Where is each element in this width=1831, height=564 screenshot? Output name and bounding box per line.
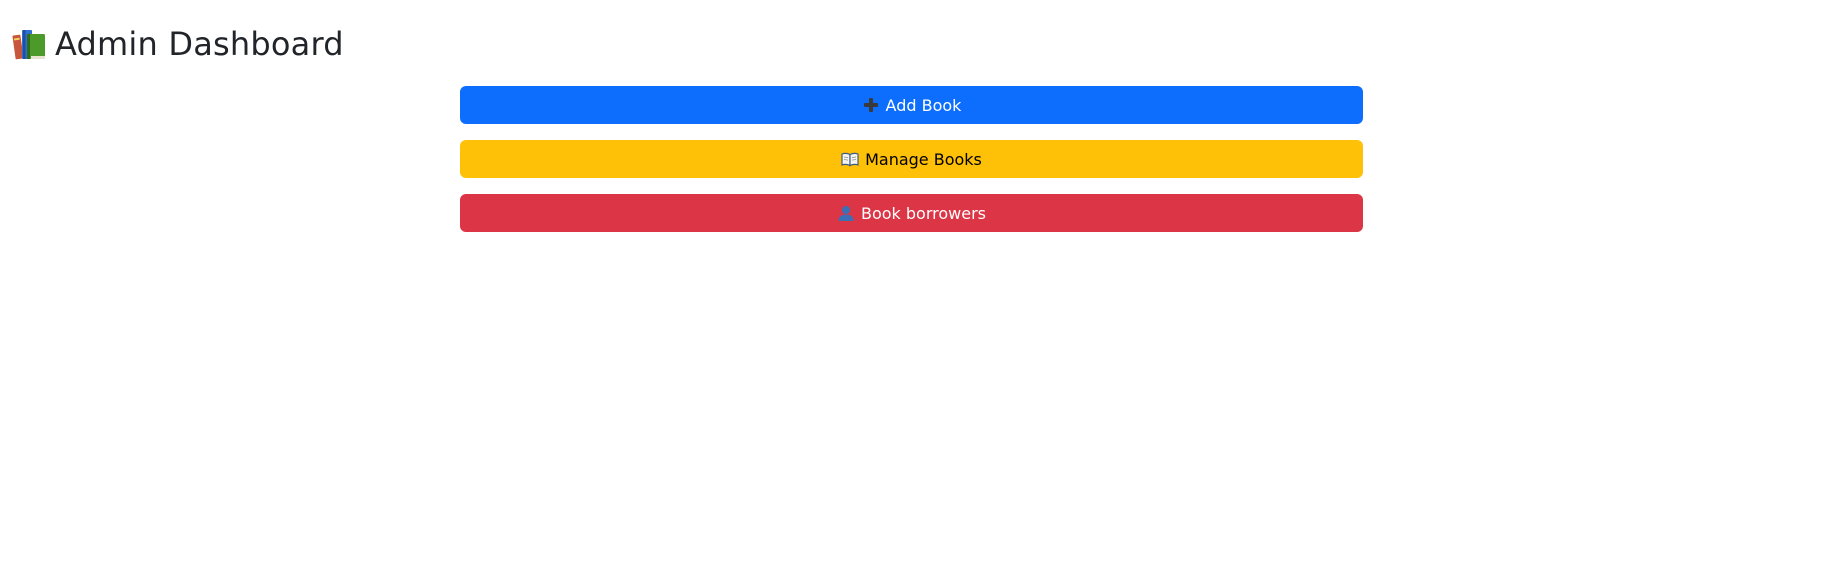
book-borrowers-label: Book borrowers xyxy=(860,203,986,223)
book-borrowers-button[interactable]: Book borrowers xyxy=(460,194,1363,232)
plus-icon xyxy=(862,96,880,114)
open-book-icon xyxy=(841,150,859,168)
page-title: Admin Dashboard xyxy=(55,25,344,63)
manage-books-button[interactable]: Manage Books xyxy=(460,140,1363,178)
add-book-label: Add Book xyxy=(885,95,962,115)
page-header: Admin Dashboard xyxy=(11,24,344,64)
action-list: Add Book Manage Books Book borrowers xyxy=(460,86,1363,248)
manage-books-label: Manage Books xyxy=(865,149,982,169)
user-icon xyxy=(837,204,855,222)
add-book-button[interactable]: Add Book xyxy=(460,86,1363,124)
books-icon xyxy=(11,26,47,62)
